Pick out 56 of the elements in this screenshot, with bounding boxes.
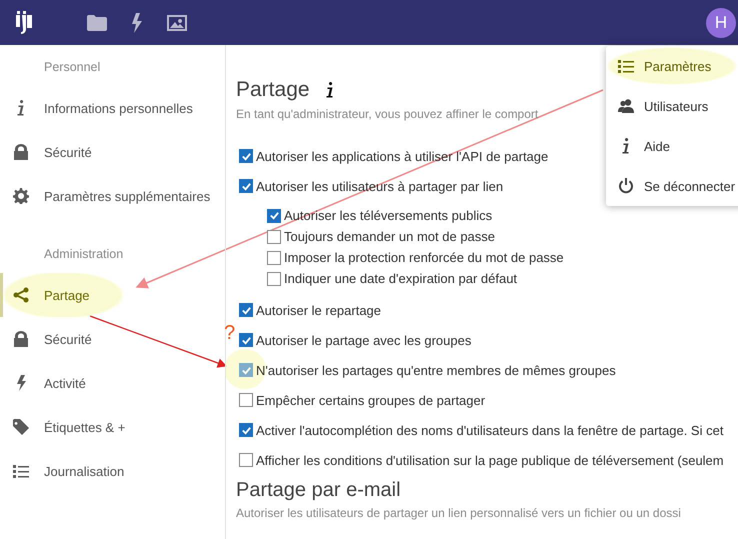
info-icon: [622, 138, 630, 154]
sidebar-item[interactable]: Sécurité: [0, 130, 225, 174]
checkbox-label: Indiquer une date d'expiration par défaut: [284, 271, 518, 286]
sidebar-item[interactable]: Étiquettes & +: [0, 405, 225, 449]
checkbox[interactable]: [239, 149, 253, 163]
image-icon[interactable]: [167, 14, 187, 30]
checkbox-label: Autoriser le repartage: [256, 302, 382, 318]
checkbox[interactable]: [239, 179, 253, 193]
menu-item[interactable]: Aide: [606, 126, 738, 166]
checkbox-label: Afficher les conditions d'utilisation sur la page publique de téléversement (seulem: [256, 452, 724, 468]
settings-icon: [13, 188, 29, 204]
menu-item[interactable]: Paramètres: [606, 46, 738, 86]
checkbox[interactable]: [239, 333, 253, 347]
avatar[interactable]: H: [706, 8, 736, 38]
checkbox[interactable]: [239, 393, 253, 407]
checkbox-label: Autoriser le partage avec les groupes: [256, 332, 472, 348]
question-mark: ?: [224, 322, 236, 344]
checkbox-label: Toujours demander un mot de passe: [284, 229, 496, 244]
checkbox[interactable]: [267, 250, 281, 264]
checkbox[interactable]: [239, 453, 253, 467]
checkbox-label: Empêcher certains groupes de partager: [256, 392, 486, 408]
menu-item[interactable]: Se déconnecter: [606, 166, 738, 206]
sidebar-item[interactable]: Activité: [0, 361, 225, 405]
sidebar-item[interactable]: Paramètres supplémentaires: [0, 174, 225, 218]
list-icon: [618, 58, 634, 74]
list-icon: [13, 464, 29, 478]
page-title: Partage: [236, 78, 310, 102]
section-heading: Administration: [43, 246, 124, 263]
info-icon: [17, 100, 25, 116]
section-heading: Personnel: [43, 59, 102, 76]
users-icon: [618, 99, 634, 113]
power-icon: [618, 178, 634, 194]
description: Autoriser les utilisateurs de partager un lien personnalisé vers un fichier ou un dossi: [236, 505, 681, 522]
checkbox[interactable]: [239, 303, 253, 317]
checkbox[interactable]: [239, 423, 253, 437]
section-title: Partage par e-mail: [236, 479, 402, 502]
checkbox[interactable]: [267, 272, 281, 286]
checkbox[interactable]: [267, 230, 281, 244]
folder-icon[interactable]: [87, 14, 107, 30]
checkbox-label: Imposer la protection renforcée du mot de passe: [284, 250, 564, 265]
lightning-icon[interactable]: [131, 12, 143, 32]
info-icon[interactable]: [326, 82, 334, 98]
sidebar-item[interactable]: Sécurité: [0, 317, 225, 361]
lock-icon: [14, 331, 28, 347]
lightning-icon: [16, 375, 26, 391]
checkbox[interactable]: [267, 208, 281, 222]
tag-icon: [13, 419, 29, 435]
checkbox-label: N'autoriser les partages qu'entre membres de mêmes groupes: [256, 362, 616, 378]
description: En tant qu'administrateur, vous pouvez affiner le comport: [236, 106, 538, 123]
logo-icon[interactable]: [15, 10, 33, 34]
menu-item[interactable]: Utilisateurs: [606, 86, 738, 126]
sidebar-item[interactable]: Informations personnelles: [0, 86, 225, 130]
sidebar-item[interactable]: Journalisation: [0, 449, 225, 493]
share-icon: [13, 287, 29, 303]
lock-icon: [14, 144, 28, 160]
checkbox-label: Activer l'autocomplétion des noms d'utilisateurs dans la fenêtre de partage. Si cet: [256, 422, 724, 438]
